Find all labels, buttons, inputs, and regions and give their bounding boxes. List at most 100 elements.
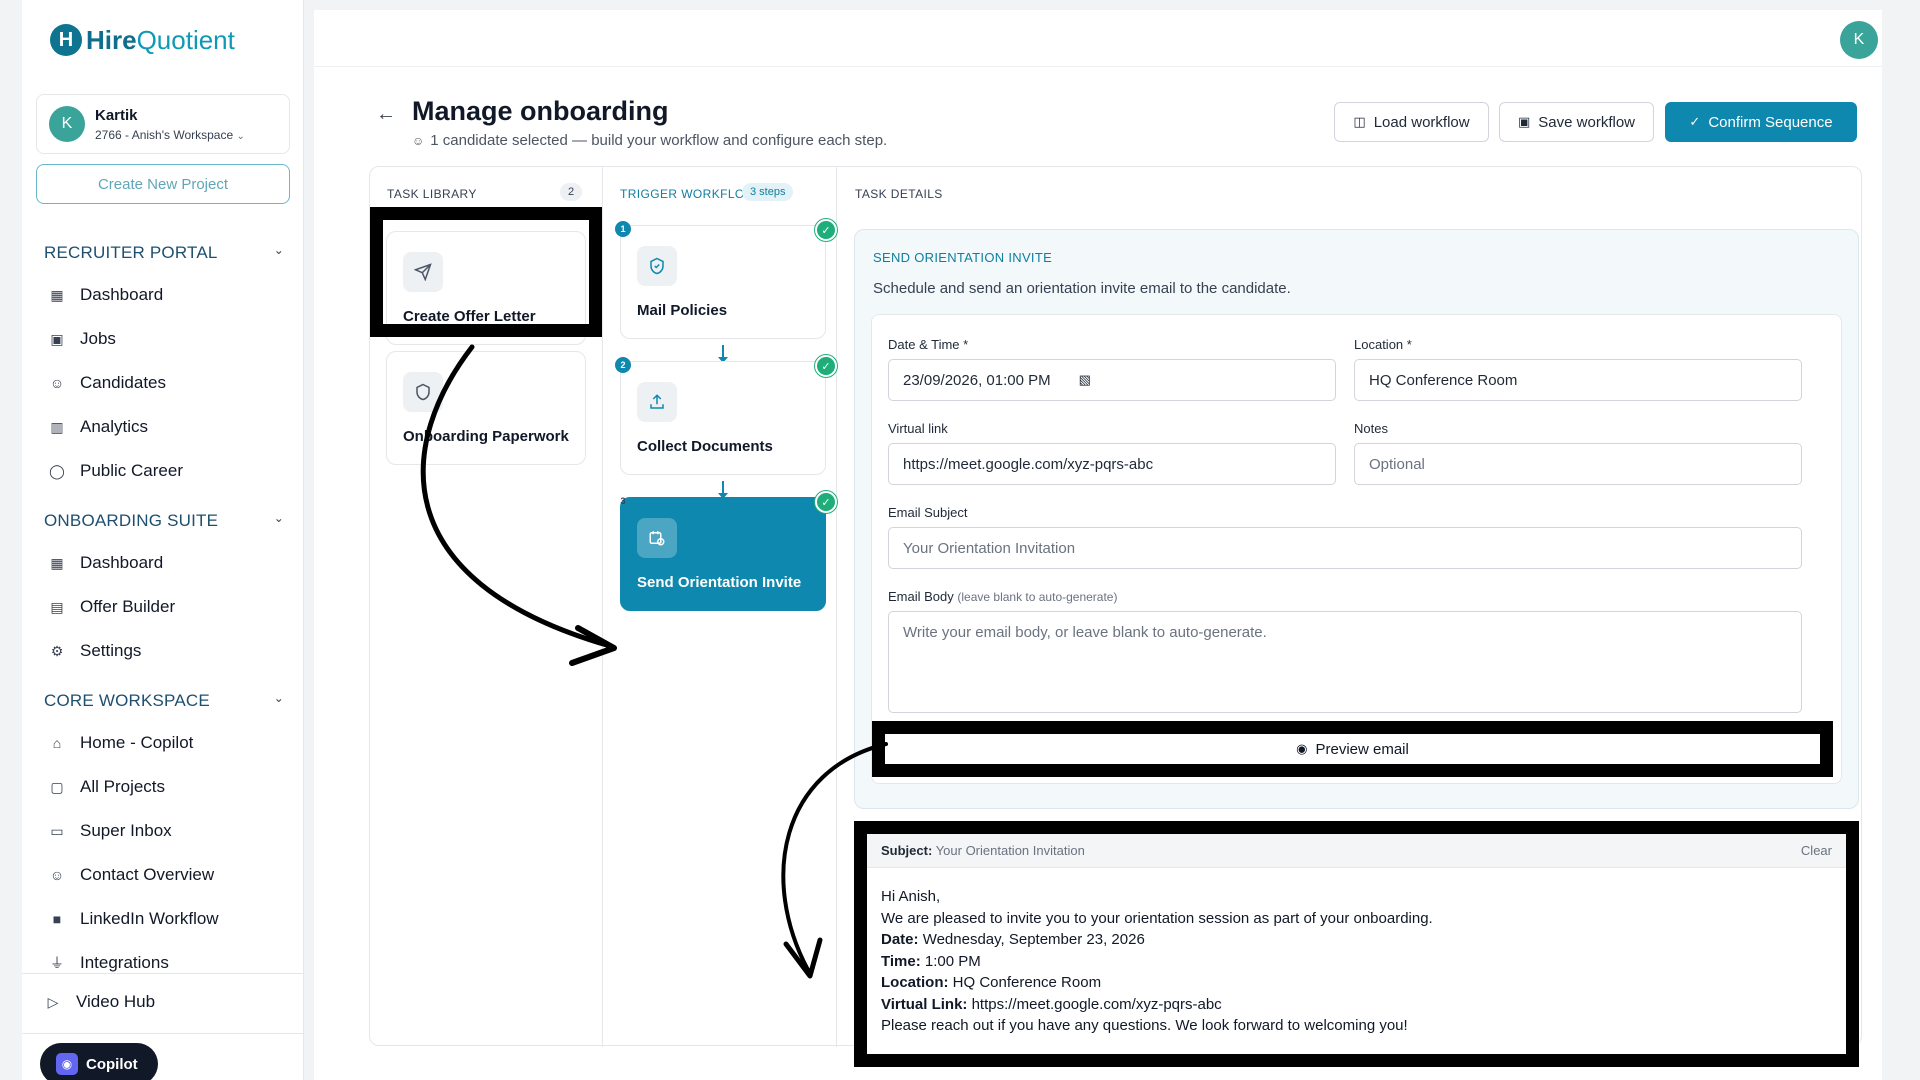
plug-icon: ⏚ <box>50 955 64 971</box>
nav-offer-builder[interactable]: ▤ Offer Builder <box>48 597 175 617</box>
back-arrow-icon[interactable]: ← <box>376 103 396 126</box>
email-body-label: Email Body (leave blank to auto-generate… <box>888 589 1118 604</box>
eye-icon: ◉ <box>1296 741 1308 756</box>
save-icon: ▣ <box>1518 114 1531 129</box>
step-number: 1 <box>615 221 631 237</box>
calendar-icon[interactable]: ▧ <box>1079 372 1091 388</box>
sidebar: H Hire Quotient K Kartik 2766 - Anish's W… <box>22 0 304 1080</box>
save-workflow-button[interactable]: ▣ Save workflow <box>1499 102 1654 142</box>
dashboard-icon: ▦ <box>50 286 64 303</box>
brand-mark-icon: H <box>50 24 82 56</box>
users-icon: ☺ <box>49 867 65 883</box>
workspace-name: 2766 - Anish's Workspace ⌄ <box>95 127 245 142</box>
load-workflow-button[interactable]: ◫ Load workflow <box>1334 102 1489 142</box>
email-preview: Subject: Your Orientation Invitation Cle… <box>854 821 1859 1067</box>
section-onboarding-suite[interactable]: ONBOARDING SUITE ⌄ <box>44 511 284 531</box>
task-details-description: Schedule and send an orientation invite … <box>873 280 1291 297</box>
page-title: Manage onboarding <box>412 96 669 126</box>
step-number: 3 <box>620 496 626 506</box>
nav-settings[interactable]: ⚙ Settings <box>48 641 142 661</box>
email-subject-label: Email Subject <box>888 505 968 520</box>
notes-label: Notes <box>1354 421 1388 436</box>
shield-icon <box>403 372 443 412</box>
workflow-step-mail-policies[interactable]: Mail Policies <box>620 225 826 339</box>
nav-contact-overview[interactable]: ☺ Contact Overview <box>48 865 214 885</box>
email-subject-input[interactable]: Your Orientation Invitation <box>888 527 1802 569</box>
library-task-onboarding-paperwork[interactable]: Onboarding Paperwork <box>386 351 586 465</box>
task-label: Onboarding Paperwork <box>403 428 569 445</box>
nav-onboarding-dashboard[interactable]: ▦ Dashboard <box>48 553 163 573</box>
chevron-down-icon: ⌄ <box>273 511 284 525</box>
nav-recruiter-dashboard[interactable]: ▦ Dashboard <box>48 285 163 305</box>
workspace-avatar: K <box>49 106 85 142</box>
check-circle-icon: ✓ <box>1689 114 1701 129</box>
workspace-switcher[interactable]: K Kartik 2766 - Anish's Workspace ⌄ <box>36 94 290 154</box>
video-icon: ▷ <box>47 993 59 1010</box>
check-circle-icon: ✓ <box>815 219 837 241</box>
nav-integrations[interactable]: ⏚ Integrations <box>48 953 169 973</box>
brand-name-light: Quotient <box>136 24 235 55</box>
preview-email-button[interactable]: ◉ Preview email <box>872 721 1833 777</box>
task-details-card: SEND ORIENTATION INVITE Schedule and sen… <box>854 229 1859 809</box>
book-icon: ◫ <box>1353 114 1366 129</box>
section-recruiter-portal[interactable]: RECRUITER PORTAL ⌄ <box>44 243 284 263</box>
trigger-steps-count: 3 steps <box>742 183 794 201</box>
users-icon: ☺ <box>412 134 425 148</box>
virtual-link-input[interactable]: https://meet.google.com/xyz-pqrs-abc <box>888 443 1336 485</box>
task-details-title: SEND ORIENTATION INVITE <box>873 250 1053 265</box>
nav-analytics[interactable]: ▥ Analytics <box>48 417 148 437</box>
nav-jobs[interactable]: ▣ Jobs <box>48 329 116 349</box>
step-label: Mail Policies <box>637 302 728 319</box>
nav-home-copilot[interactable]: ⌂ Home - Copilot <box>48 733 194 753</box>
workflow-panel: TASK LIBRARY 2 Create Offer Letter Onboa… <box>369 166 1862 1067</box>
folder-icon: ▢ <box>50 778 64 795</box>
top-bar-divider <box>314 66 1882 67</box>
workspace-user: Kartik <box>95 106 138 124</box>
task-library-heading: TASK LIBRARY <box>387 187 477 201</box>
section-core-workspace[interactable]: CORE WORKSPACE ⌄ <box>44 691 284 711</box>
linkedin-icon: ■ <box>52 911 62 927</box>
check-circle-icon: ✓ <box>815 355 837 377</box>
copilot-button[interactable]: ◉ Copilot <box>40 1043 158 1080</box>
confirm-sequence-button[interactable]: ✓ Confirm Sequence <box>1665 102 1857 142</box>
home-icon: ⌂ <box>52 735 62 751</box>
date-time-input[interactable]: 23/09/2026, 01:00 PM ▧ <box>888 359 1336 401</box>
nav-video-hub[interactable]: ▷ Video Hub <box>44 992 155 1012</box>
chevron-down-icon: ⌄ <box>236 130 245 142</box>
sidebar-divider <box>22 1033 304 1034</box>
document-icon: ▤ <box>50 598 64 615</box>
nav-candidates[interactable]: ☺ Candidates <box>48 373 166 393</box>
annotation-box-create-offer-letter <box>370 207 602 337</box>
user-avatar[interactable]: K <box>1840 21 1878 59</box>
arrow-down-icon <box>718 345 728 363</box>
nav-all-projects[interactable]: ▢ All Projects <box>48 777 165 797</box>
page-subtitle: ☺ 1 candidate selected — build your workf… <box>412 132 888 149</box>
gear-icon: ⚙ <box>50 642 64 659</box>
email-body-textarea[interactable]: Write your email body, or leave blank to… <box>888 611 1802 713</box>
notes-input[interactable]: Optional <box>1354 443 1802 485</box>
email-preview-body: Hi Anish, We are pleased to invite you t… <box>881 888 1433 1034</box>
create-new-project-button[interactable]: Create New Project <box>36 164 290 204</box>
bar-chart-icon: ▥ <box>50 418 64 435</box>
copilot-icon: ◉ <box>56 1053 78 1075</box>
chevron-down-icon: ⌄ <box>273 691 284 705</box>
virtual-link-label: Virtual link <box>888 421 948 436</box>
email-preview-subject: Subject: Your Orientation Invitation <box>881 843 1085 858</box>
workflow-step-send-orientation-invite[interactable]: Send Orientation Invite <box>620 497 826 611</box>
arrow-down-icon <box>718 481 728 499</box>
nav-linkedin-workflow[interactable]: ■ LinkedIn Workflow <box>48 909 219 929</box>
clear-preview-button[interactable]: Clear <box>1801 843 1832 858</box>
workflow-step-collect-documents[interactable]: Collect Documents <box>620 361 826 475</box>
nav-public-career[interactable]: ◯ Public Career <box>48 461 183 481</box>
chevron-down-icon: ⌄ <box>273 243 284 257</box>
task-library-count: 2 <box>560 183 583 201</box>
location-input[interactable]: HQ Conference Room <box>1354 359 1802 401</box>
nav-super-inbox[interactable]: ▭ Super Inbox <box>48 821 171 841</box>
inbox-icon: ▭ <box>50 822 64 839</box>
check-circle-icon: ✓ <box>815 491 837 513</box>
trigger-workflow-heading: TRIGGER WORKFLOW <box>620 187 757 201</box>
step-label: Collect Documents <box>637 438 773 455</box>
calendar-clock-icon <box>637 518 677 558</box>
briefcase-icon: ▣ <box>50 330 64 347</box>
brand-logo[interactable]: H Hire Quotient <box>50 24 235 56</box>
